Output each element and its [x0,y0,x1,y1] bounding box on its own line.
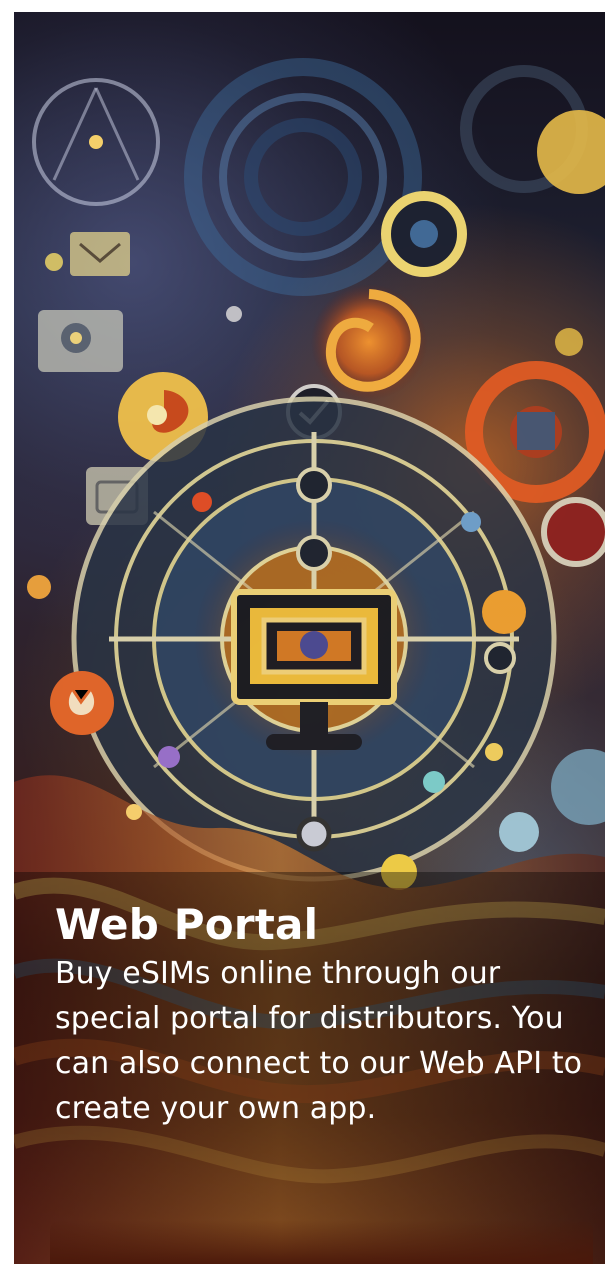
web-portal-card[interactable]: Web Portal Buy eSIMs online through our … [14,12,605,1264]
card-description: Buy eSIMs online through our special por… [55,956,583,1126]
card-title: Web Portal [55,900,319,949]
card-text-block: Web Portal Buy eSIMs online through our … [55,900,595,1131]
bottom-glow [50,1220,593,1264]
